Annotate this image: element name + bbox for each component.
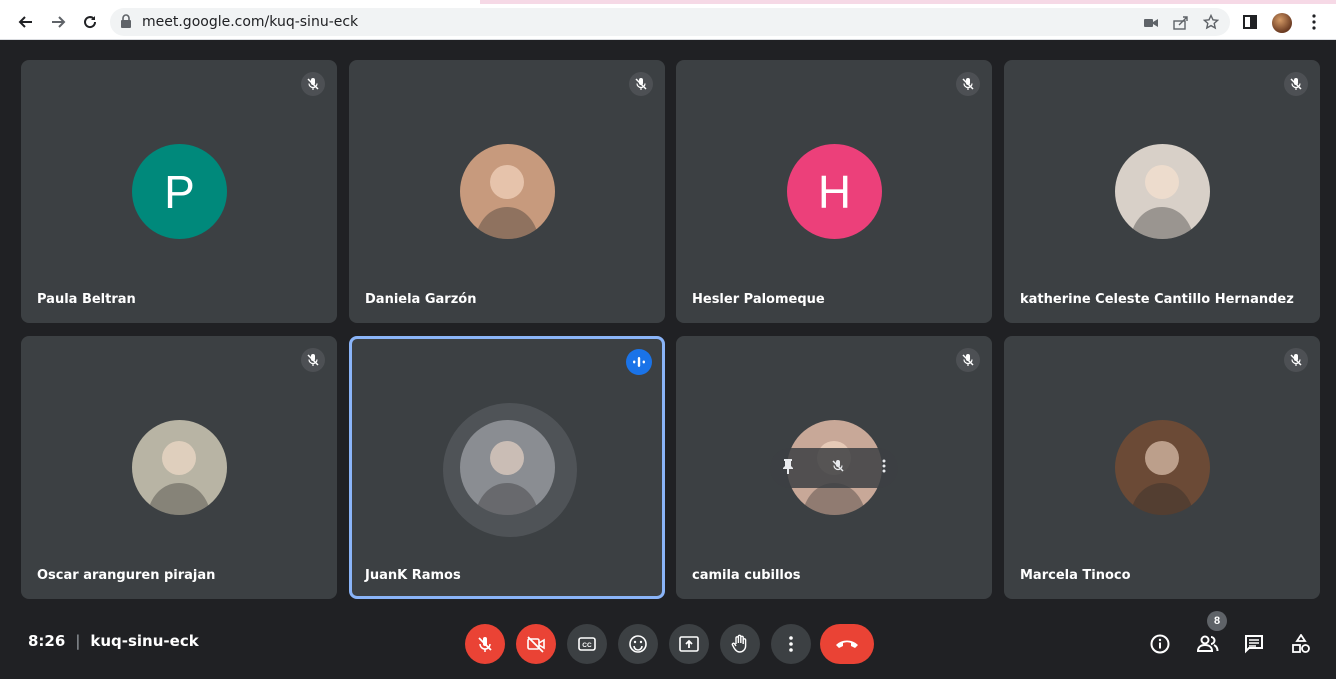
hang-up-icon [836,640,858,648]
share-icon[interactable] [1172,15,1190,31]
participant-name: Oscar aranguren pirajan [37,568,216,583]
reload-icon[interactable] [78,10,102,34]
svg-text:CC: CC [582,642,592,649]
participant-count-badge: 8 [1207,611,1227,631]
more-options-button[interactable] [771,624,811,664]
meeting-info-button[interactable] [1146,630,1174,658]
participant-avatar [1115,420,1210,515]
mic-off-button[interactable] [465,624,505,664]
participant-name: Hesler Palomeque [692,292,825,307]
raise-hand-icon [731,634,747,653]
mic-muted-icon [301,348,325,372]
participant-tile[interactable]: JuanK Ramos [349,336,665,599]
participant-avatar: H [787,144,882,239]
meeting-time: 8:26 [28,632,66,650]
control-bar: 8:26 | kuq-sinu-eck CC 8 [0,603,1336,679]
participant-name: katherine Celeste Cantillo Hernandez [1020,292,1294,307]
chat-icon [1245,635,1263,654]
more-vert-icon [789,636,793,652]
mic-muted-icon [956,348,980,372]
pin-icon[interactable] [782,458,794,479]
camera-blocked-icon[interactable] [1142,15,1160,31]
participant-name: Marcela Tinoco [1020,568,1131,583]
participant-avatar: P [132,144,227,239]
participant-tile[interactable]: katherine Celeste Cantillo Hernandez [1004,60,1320,323]
participant-name: JuanK Ramos [365,568,461,583]
activities-icon [1292,634,1310,653]
emoji-icon [629,635,647,653]
participant-name: Daniela Garzón [365,292,477,307]
mic-muted-icon [301,72,325,96]
lock-icon[interactable] [120,14,132,33]
meeting-details: 8:26 | kuq-sinu-eck [28,632,199,650]
captions-icon: CC [578,637,596,651]
participant-name: Paula Beltran [37,292,136,307]
tile-hover-controls [770,448,898,488]
mic-muted-icon [1284,72,1308,96]
speaking-indicator-icon [626,349,652,375]
mic-muted-icon [1284,348,1308,372]
leave-call-button[interactable] [820,624,874,664]
mic-muted-icon [629,72,653,96]
participant-avatar [460,144,555,239]
people-button[interactable] [1194,630,1222,658]
meeting-code: kuq-sinu-eck [90,632,199,650]
present-button[interactable] [669,624,709,664]
profile-avatar[interactable] [1272,13,1292,33]
participant-tile[interactable]: Oscar aranguren pirajan [21,336,337,599]
camera-off-button[interactable] [516,624,556,664]
browser-toolbar: meet.google.com/kuq-sinu-eck [0,4,1336,40]
participant-avatar [460,420,555,515]
participant-tile[interactable]: camila cubillos [676,336,992,599]
participant-name: camila cubillos [692,568,801,583]
mute-participant-icon[interactable] [831,459,845,478]
camera-off-icon [527,636,545,653]
captions-button[interactable]: CC [567,624,607,664]
forward-icon[interactable] [46,10,70,34]
mic-muted-icon [956,72,980,96]
participant-tile[interactable]: P Paula Beltran [21,60,337,323]
separator: | [75,632,81,650]
emoji-button[interactable] [618,624,658,664]
back-icon[interactable] [14,10,38,34]
participant-tile[interactable]: Daniela Garzón [349,60,665,323]
sidepanel-icon[interactable] [1238,10,1262,34]
url-text: meet.google.com/kuq-sinu-eck [142,14,359,30]
raise-hand-button[interactable] [720,624,760,664]
address-bar[interactable]: meet.google.com/kuq-sinu-eck [110,8,1230,36]
participant-tile[interactable]: H Hesler Palomeque [676,60,992,323]
participant-avatar [1115,144,1210,239]
more-vert-icon[interactable] [1302,10,1326,34]
present-screen-icon [679,636,699,652]
people-icon [1196,635,1219,652]
chat-button[interactable] [1240,630,1268,658]
activities-button[interactable] [1287,630,1315,658]
participant-avatar [132,420,227,515]
star-icon[interactable] [1202,14,1220,30]
info-icon [1150,634,1170,654]
participant-tile[interactable]: Marcela Tinoco [1004,336,1320,599]
more-vert-icon[interactable] [882,459,886,478]
mic-off-icon [478,637,492,652]
